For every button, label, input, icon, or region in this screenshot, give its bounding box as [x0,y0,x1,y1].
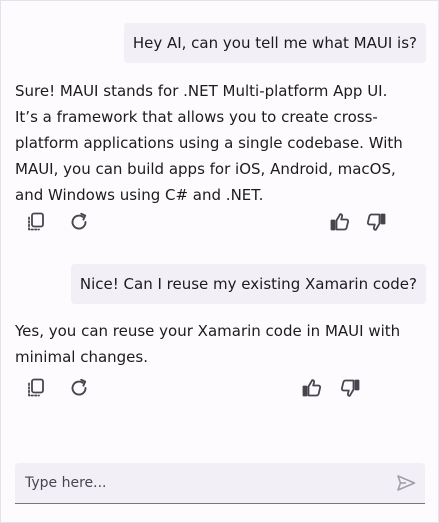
response-toolbar [15,209,425,237]
dislike-icon[interactable] [363,209,389,235]
regenerate-icon[interactable] [66,375,92,401]
regenerate-icon[interactable] [66,209,92,235]
like-icon[interactable] [299,375,325,401]
like-icon[interactable] [327,209,353,235]
send-icon[interactable] [395,472,417,494]
response-toolbar [15,375,425,403]
copy-icon[interactable] [23,375,49,401]
dislike-icon[interactable] [337,375,363,401]
copy-icon[interactable] [23,209,49,235]
ai-message: Yes, you can reuse your Xamarin code in … [15,322,401,366]
user-message: Hey AI, can you tell me what MAUI is? [123,23,426,63]
message-composer [15,463,425,504]
user-message: Nice! Can I reuse my existing Xamarin co… [70,264,426,304]
message-input[interactable] [15,463,385,503]
ai-message: Sure! MAUI stands for .NET Multi-platfor… [15,82,403,204]
chat-window: Hey AI, can you tell me what MAUI is? Su… [0,0,439,523]
